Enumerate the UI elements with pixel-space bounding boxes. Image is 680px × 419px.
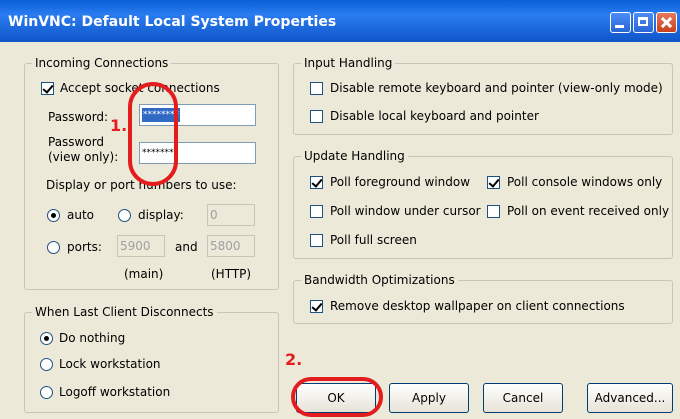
window-title: WinVNC: Default Local System Properties bbox=[8, 14, 337, 30]
annotation-ring-ok bbox=[291, 377, 383, 417]
main-port-input[interactable]: 5900 bbox=[117, 235, 165, 257]
logoff-workstation-radio[interactable] bbox=[40, 386, 53, 399]
disable-local-label: Disable local keyboard and pointer bbox=[330, 109, 539, 123]
disable-remote-checkbox[interactable] bbox=[310, 82, 323, 95]
poll-console-checkbox[interactable] bbox=[487, 176, 500, 189]
maximize-icon bbox=[638, 17, 648, 26]
do-nothing-radio[interactable] bbox=[40, 332, 53, 345]
lock-workstation-radio[interactable] bbox=[40, 358, 53, 371]
poll-foreground-checkbox[interactable] bbox=[310, 176, 323, 189]
poll-full-screen-label: Poll full screen bbox=[330, 233, 417, 247]
annotation-step-2: 2. bbox=[285, 350, 303, 369]
input-handling-legend: Input Handling bbox=[301, 56, 396, 70]
ports-radio[interactable] bbox=[47, 241, 60, 254]
disconnect-legend: When Last Client Disconnects bbox=[32, 305, 217, 319]
logoff-workstation-label: Logoff workstation bbox=[59, 385, 171, 399]
annotation-step-1: 1. bbox=[110, 116, 128, 135]
poll-full-screen-checkbox[interactable] bbox=[310, 234, 323, 247]
http-caption: (HTTP) bbox=[211, 267, 252, 281]
poll-foreground-label: Poll foreground window bbox=[330, 175, 471, 189]
maximize-button[interactable] bbox=[633, 12, 654, 33]
display-number-input[interactable]: 0 bbox=[207, 204, 255, 226]
and-label: and bbox=[175, 240, 198, 254]
poll-on-event-label: Poll on event received only bbox=[507, 204, 670, 218]
ports-label: ports: bbox=[67, 240, 102, 254]
update-handling-legend: Update Handling bbox=[301, 149, 408, 163]
password-label: Password: bbox=[48, 110, 109, 124]
display-radio[interactable] bbox=[118, 209, 131, 222]
auto-label: auto bbox=[67, 208, 95, 222]
minimize-button[interactable] bbox=[610, 12, 631, 33]
close-button[interactable] bbox=[656, 12, 677, 33]
password-viewonly-label-line1: Password bbox=[48, 135, 105, 149]
do-nothing-label: Do nothing bbox=[59, 331, 126, 345]
close-icon bbox=[657, 13, 676, 32]
annotation-ring-password bbox=[128, 82, 178, 186]
auto-radio[interactable] bbox=[47, 209, 60, 222]
password-viewonly-label-line2: (view only): bbox=[48, 150, 119, 164]
main-caption: (main) bbox=[124, 267, 164, 281]
poll-under-cursor-checkbox[interactable] bbox=[310, 205, 323, 218]
bandwidth-legend: Bandwidth Optimizations bbox=[301, 273, 458, 287]
http-port-input[interactable]: 5800 bbox=[207, 235, 255, 257]
advanced-button[interactable]: Advanced... bbox=[587, 383, 673, 413]
input-handling-group: Input Handling bbox=[293, 56, 673, 135]
incoming-connections-legend: Incoming Connections bbox=[32, 56, 172, 70]
accept-connections-checkbox[interactable] bbox=[41, 82, 54, 95]
minimize-icon bbox=[615, 25, 624, 28]
disable-remote-label: Disable remote keyboard and pointer (vie… bbox=[330, 81, 663, 95]
poll-under-cursor-label: Poll window under cursor bbox=[330, 204, 481, 218]
display-label: display: bbox=[138, 208, 184, 222]
apply-button[interactable]: Apply bbox=[389, 383, 469, 413]
cancel-button[interactable]: Cancel bbox=[483, 383, 563, 413]
remove-wallpaper-checkbox[interactable] bbox=[310, 300, 323, 313]
remove-wallpaper-label: Remove desktop wallpaper on client conne… bbox=[330, 299, 625, 313]
disable-local-checkbox[interactable] bbox=[310, 110, 323, 123]
title-bar[interactable]: WinVNC: Default Local System Properties bbox=[0, 0, 680, 42]
poll-on-event-checkbox[interactable] bbox=[487, 205, 500, 218]
poll-console-label: Poll console windows only bbox=[507, 175, 663, 189]
lock-workstation-label: Lock workstation bbox=[59, 357, 161, 371]
